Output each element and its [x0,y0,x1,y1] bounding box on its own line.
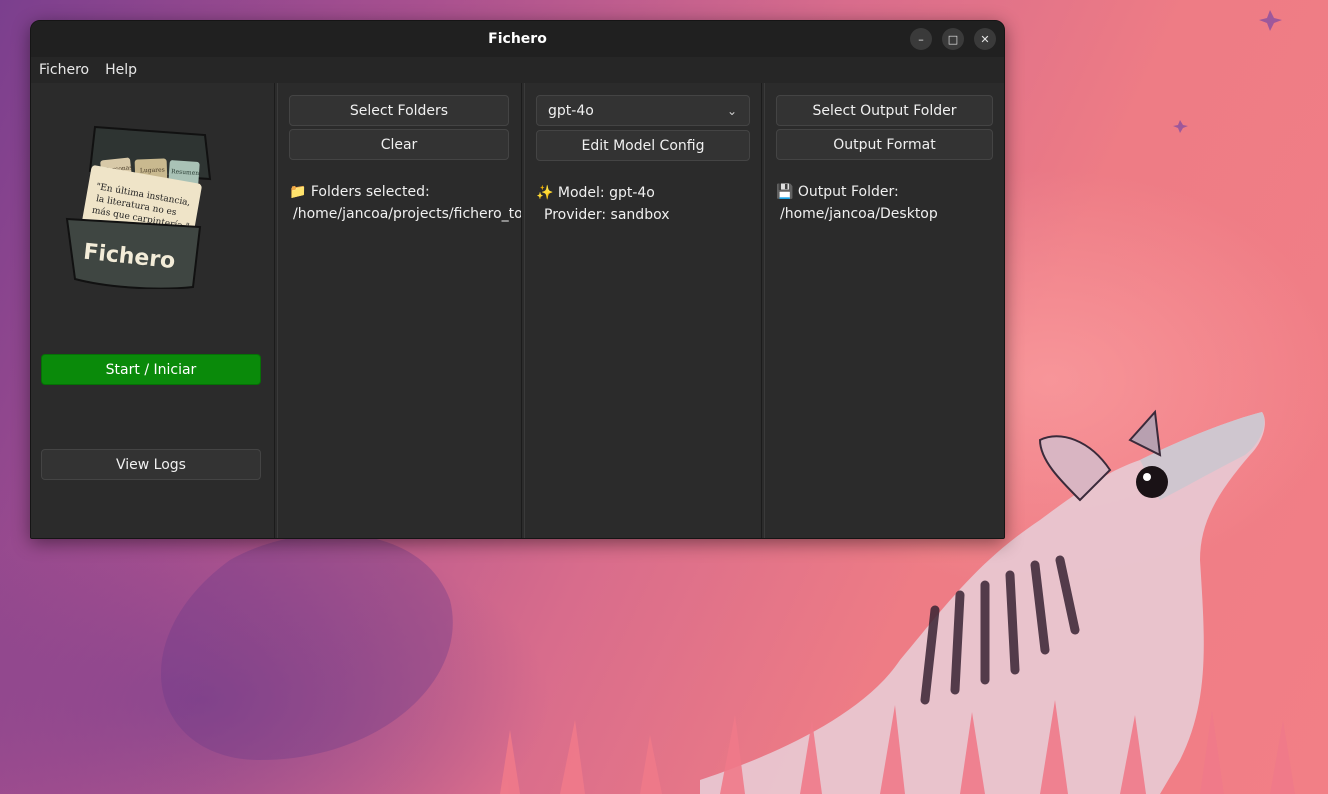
model-line: ✨ Model: gpt-4o [536,185,655,201]
minimize-icon: – [918,32,924,46]
main-content: Personas Lugares Resumen "En última inst… [31,83,1004,538]
view-logs-button[interactable]: View Logs [41,449,261,480]
folders-panel: Select Folders Clear 📁 Folders selected:… [278,83,521,538]
select-folders-button[interactable]: Select Folders [289,95,509,126]
output-panel: Select Output Folder Output Format 💾 Out… [765,83,1004,538]
start-button[interactable]: Start / Iniciar [41,354,261,385]
menu-help[interactable]: Help [105,62,137,78]
output-format-button[interactable]: Output Format [776,129,993,160]
model-select-value: gpt-4o [548,102,594,119]
close-icon: ✕ [980,32,990,46]
panel-divider [761,83,762,538]
output-folder-header: 💾 Output Folder: [776,184,899,200]
left-panel: Personas Lugares Resumen "En última inst… [31,83,274,538]
folders-info: 📁 Folders selected: /home/jancoa/project… [289,181,521,225]
window-controls: – □ ✕ [910,28,996,50]
close-button[interactable]: ✕ [974,28,996,50]
window-title: Fichero [488,31,547,47]
panel-divider [274,83,275,538]
model-panel: gpt-4o ⌄ Edit Model Config ✨ Model: gpt-… [525,83,761,538]
model-info: ✨ Model: gpt-4o Provider: sandbox [536,182,756,226]
minimize-button[interactable]: – [910,28,932,50]
menu-fichero[interactable]: Fichero [39,62,89,78]
output-folder-path: /home/jancoa/Desktop [780,206,938,222]
folders-selected-header: 📁 Folders selected: [289,184,430,200]
model-select[interactable]: gpt-4o ⌄ [536,95,750,126]
chevron-down-icon: ⌄ [726,104,737,118]
maximize-icon: □ [947,32,959,46]
folders-selected-path: /home/jancoa/projects/fichero_to [293,206,521,222]
output-info: 💾 Output Folder: /home/jancoa/Desktop [776,181,1001,225]
app-window: Fichero – □ ✕ Fichero Help Personas Luga… [30,20,1005,539]
provider-line: Provider: sandbox [544,207,670,223]
title-bar[interactable]: Fichero – □ ✕ [31,21,1004,57]
edit-model-config-button[interactable]: Edit Model Config [536,130,750,161]
logo-tab-lugares: Lugares [140,167,165,175]
panel-divider [521,83,522,538]
fichero-logo: Personas Lugares Resumen "En última inst… [65,125,212,289]
menu-bar: Fichero Help [31,57,1004,83]
select-output-folder-button[interactable]: Select Output Folder [776,95,993,126]
clear-button[interactable]: Clear [289,129,509,160]
maximize-button[interactable]: □ [942,28,964,50]
